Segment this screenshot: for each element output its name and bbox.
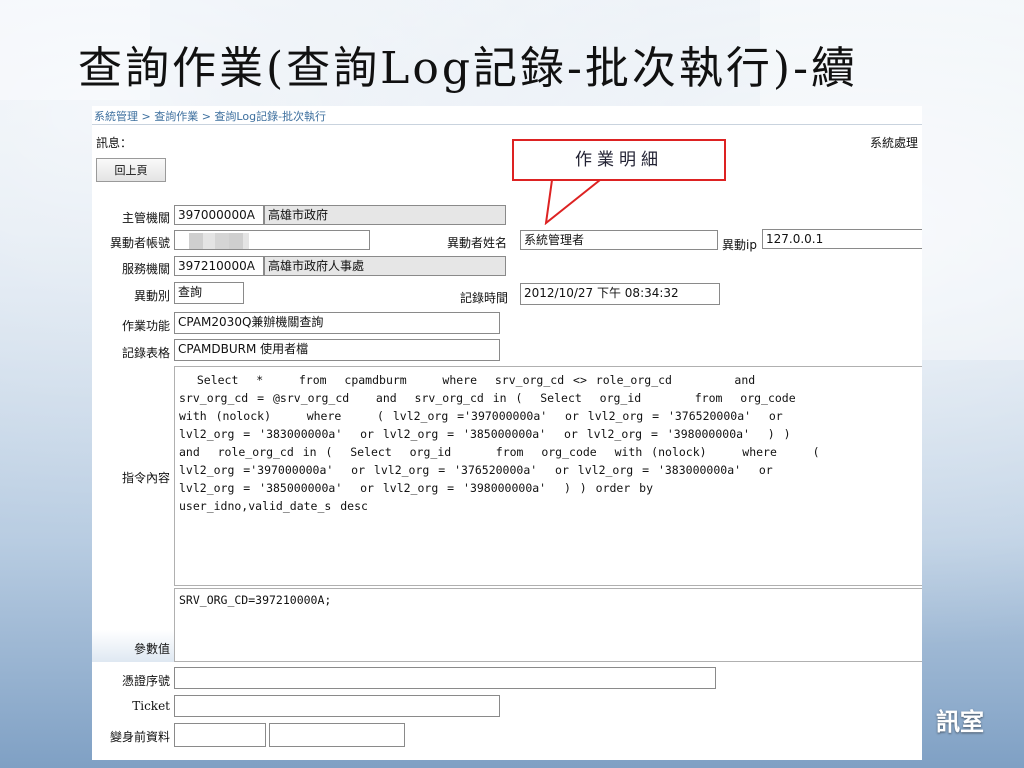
change-type-field[interactable]: 查詢 (174, 282, 244, 304)
command-label: 指令內容 (121, 471, 170, 485)
certificate-field[interactable] (174, 667, 716, 689)
slide-title: 查詢作業(查詢Log記錄-批次執行)-續 (78, 43, 858, 94)
service-agency-name-field[interactable]: 高雄市政府人事處 (264, 256, 506, 276)
system-label: 系統處理 (869, 136, 918, 150)
agency-label: 主管機關 (121, 211, 170, 225)
before-data-field-1[interactable] (174, 723, 266, 747)
service-agency-code-field[interactable]: 397210000A (174, 256, 264, 276)
callout-pointer (544, 179, 601, 225)
change-type-label: 異動別 (133, 289, 170, 303)
screenshot-panel: 系統管理 > 查詢作業 > 查詢Log記錄-批次執行 訊息： 系統處理 回上頁 … (92, 106, 922, 760)
record-table-field[interactable]: CPAMDBURM 使用者檔 (174, 339, 500, 361)
operator-account-field[interactable] (174, 230, 370, 250)
breadcrumb[interactable]: 系統管理 > 查詢作業 > 查詢Log記錄-批次執行 (94, 108, 326, 124)
before-data-field-2[interactable] (269, 723, 405, 747)
certificate-label: 憑證序號 (121, 674, 170, 688)
redacted-value (189, 233, 249, 249)
agency-name-field[interactable]: 高雄市政府 (264, 205, 506, 225)
callout-box: 作業明細 (512, 139, 726, 181)
operator-name-label: 異動者姓名 (447, 236, 508, 250)
operator-ip-label: 異動ip (722, 238, 757, 252)
record-table-label: 記錄表格 (121, 346, 170, 360)
params-label: 參數值 (133, 642, 170, 656)
operator-ip-field[interactable]: 127.0.0.1 (762, 229, 922, 249)
record-time-field[interactable]: 2012/10/27 下午 08:34:32 (520, 283, 720, 305)
params-textarea[interactable]: SRV_ORG_CD=397210000A; (174, 588, 922, 662)
record-time-label: 記錄時間 (460, 291, 509, 305)
divider (92, 124, 922, 125)
agency-code-field[interactable]: 397000000A (174, 205, 264, 225)
command-textarea[interactable]: Select * from cpamdburm where srv_org_cd… (174, 366, 922, 586)
back-button[interactable]: 回上頁 (96, 158, 166, 182)
operator-name-field[interactable]: 系統管理者 (520, 230, 718, 250)
ticket-field[interactable] (174, 695, 500, 717)
function-label: 作業功能 (121, 319, 170, 333)
message-label: 訊息： (96, 136, 133, 150)
service-agency-label: 服務機關 (121, 262, 170, 276)
function-field[interactable]: CPAM2030Q兼辦機關查詢 (174, 312, 500, 334)
corner-badge: 訊室 (936, 708, 984, 736)
operator-account-label: 異動者帳號 (109, 236, 170, 250)
ticket-label: Ticket (132, 699, 170, 713)
before-data-label: 變身前資料 (109, 730, 170, 744)
